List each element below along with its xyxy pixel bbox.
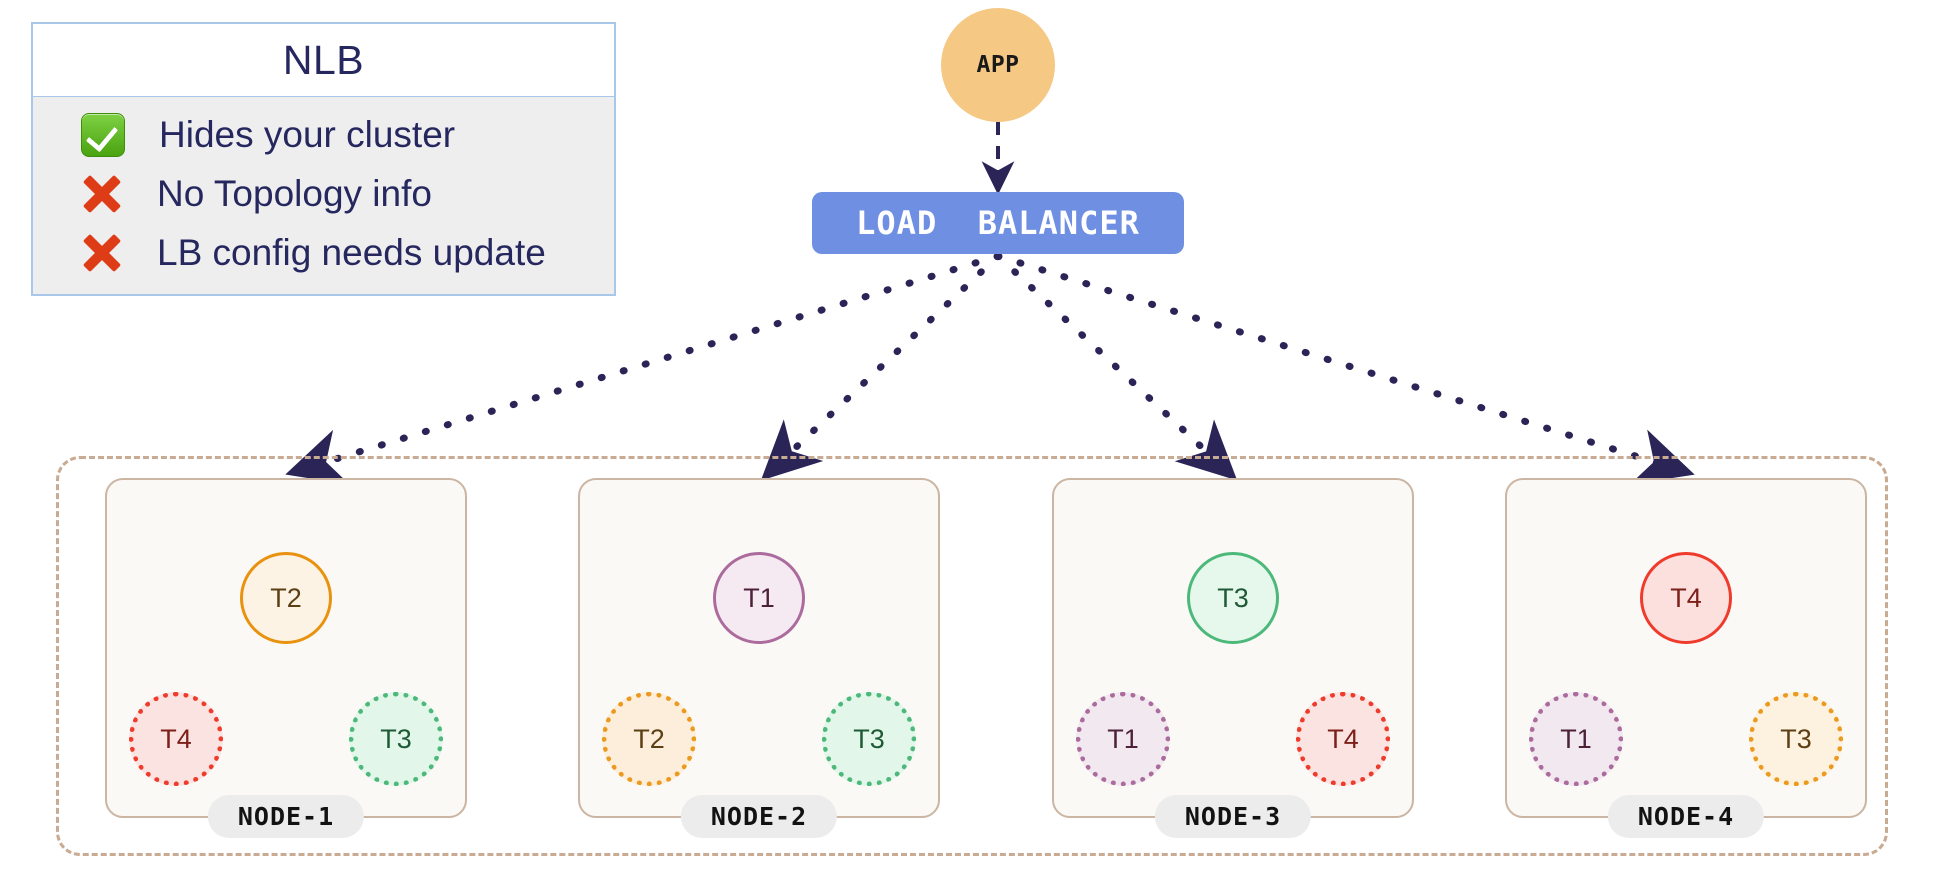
app-node[interactable]: APP	[941, 8, 1055, 122]
pod-t1-replica[interactable]: T1	[1076, 692, 1170, 786]
pod-t4-replica[interactable]: T4	[1296, 692, 1390, 786]
check-icon	[81, 112, 125, 157]
node-label: NODE-3	[1154, 795, 1312, 838]
legend-row-hides-cluster: Hides your cluster	[33, 105, 614, 164]
edge-load-balancer-to-node-2	[760, 252, 1002, 481]
edge-load-balancer-to-node-4	[994, 252, 1695, 485]
pod-t1-replica[interactable]: T1	[1529, 692, 1623, 786]
legend-row-label: No Topology info	[157, 173, 432, 214]
pod-t3-primary[interactable]: T3	[1187, 552, 1279, 644]
nlb-legend-title: NLB	[33, 24, 614, 97]
load-balancer-node[interactable]: LOAD BALANCER	[812, 192, 1184, 254]
pod-t1-primary[interactable]: T1	[713, 552, 805, 644]
diagram-canvas: NLB Hides your cluster No Topology info …	[0, 0, 1941, 875]
pod-t2-primary[interactable]: T2	[240, 552, 332, 644]
node-box-3[interactable]: NODE-3 T3 T1 T4	[1052, 478, 1414, 838]
node-label: NODE-4	[1607, 795, 1765, 838]
legend-row-lb-config-needs-update: LB config needs update	[33, 223, 614, 282]
pod-t3-replica[interactable]: T3	[349, 692, 443, 786]
pod-t4-replica[interactable]: T4	[129, 692, 223, 786]
cross-icon	[81, 173, 123, 215]
pod-t3-replica[interactable]: T3	[1749, 692, 1843, 786]
legend-row-no-topology-info: No Topology info	[33, 164, 614, 223]
pod-t3-replica[interactable]: T3	[822, 692, 916, 786]
edge-load-balancer-to-node-3	[994, 252, 1238, 481]
node-box-4[interactable]: NODE-4 T4 T1 T3	[1505, 478, 1867, 838]
cross-icon	[81, 232, 123, 274]
nlb-legend-body: Hides your cluster No Topology info LB c…	[33, 97, 614, 294]
legend-row-label: Hides your cluster	[159, 114, 456, 155]
pod-t4-primary[interactable]: T4	[1640, 552, 1732, 644]
pod-t2-replica[interactable]: T2	[602, 692, 696, 786]
legend-row-label: LB config needs update	[157, 232, 546, 273]
node-label: NODE-1	[207, 795, 365, 838]
node-box-2[interactable]: NODE-2 T1 T2 T3	[578, 478, 940, 838]
nlb-legend-card: NLB Hides your cluster No Topology info …	[31, 22, 616, 296]
node-label: NODE-2	[680, 795, 838, 838]
node-box-1[interactable]: NODE-1 T2 T4 T3	[105, 478, 467, 838]
